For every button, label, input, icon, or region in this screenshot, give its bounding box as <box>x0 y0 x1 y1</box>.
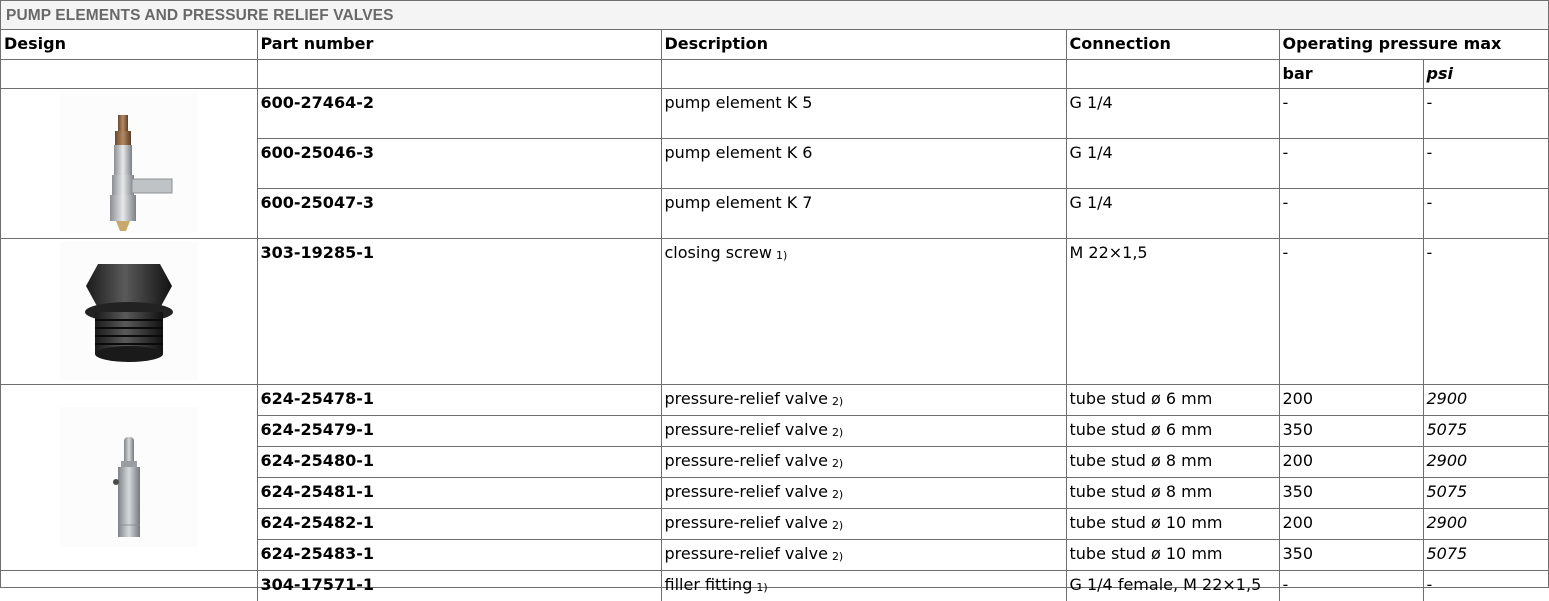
footnote-ref: 2) <box>831 549 844 563</box>
table-row: 304-17571-1 filler fitting 1) G 1/4 femal… <box>1 569 1548 601</box>
header-design: Design <box>1 30 258 60</box>
part-number-cell: 600-27464-2 <box>256 87 662 139</box>
bar-cell: - <box>1278 569 1424 601</box>
part-number-cell: 624-25481-1 <box>257 476 662 509</box>
description-cell: filler fitting 1) <box>660 569 1067 601</box>
psi-cell: - <box>1422 237 1548 385</box>
connection-cell: tube stud ø 8 mm <box>1065 476 1280 509</box>
footnote-ref: 2) <box>831 487 844 501</box>
psi-cell: - <box>1422 187 1548 239</box>
description-cell: pump element K 7 <box>660 187 1067 239</box>
footnote-ref: 2) <box>831 394 844 408</box>
psi-cell: 5075 <box>1422 414 1548 447</box>
connection-cell: G 1/4 female, M 22×1,5 <box>1065 569 1280 601</box>
product-table-sheet: PUMP ELEMENTS AND PRESSURE RELIEF VALVES… <box>0 0 1549 601</box>
part-number-cell: 624-25482-1 <box>257 507 662 540</box>
footnote-ref: 2) <box>831 456 844 470</box>
bar-cell: 350 <box>1278 414 1424 447</box>
psi-cell: - <box>1422 569 1548 601</box>
bar-cell: - <box>1278 187 1424 239</box>
description-cell: pressure-relief valve 2) <box>660 383 1067 416</box>
closing-screw-photo <box>59 242 198 380</box>
pump-element-photo <box>59 93 198 233</box>
description-cell: pump element K 5 <box>660 87 1067 139</box>
part-number-cell: 624-25480-1 <box>257 445 662 478</box>
description-cell: closing screw 1) <box>660 237 1067 385</box>
design-cell-pump-element <box>1 87 258 239</box>
connection-cell: tube stud ø 10 mm <box>1065 538 1280 571</box>
psi-cell: - <box>1422 87 1548 139</box>
section-title-bar: PUMP ELEMENTS AND PRESSURE RELIEF VALVES <box>1 1 1548 30</box>
part-number-cell: 624-25478-1 <box>256 383 662 416</box>
bar-cell: - <box>1278 87 1424 139</box>
psi-cell: 2900 <box>1422 445 1548 478</box>
header-psi: psi <box>1422 58 1548 89</box>
description-cell: pressure-relief valve 2) <box>660 445 1067 478</box>
part-number-cell: 600-25046-3 <box>257 137 662 189</box>
psi-cell: 2900 <box>1422 507 1548 540</box>
connection-cell: tube stud ø 6 mm <box>1065 383 1280 416</box>
bar-cell: 200 <box>1278 445 1424 478</box>
section-title: PUMP ELEMENTS AND PRESSURE RELIEF VALVES <box>6 7 394 24</box>
part-number-cell: 304-17571-1 <box>256 569 662 601</box>
header-description: Description <box>660 30 1067 60</box>
footnote-ref: 1) <box>775 248 788 262</box>
part-number-cell: 600-25047-3 <box>257 187 662 239</box>
header-bar: bar <box>1278 58 1424 89</box>
connection-cell: M 22×1,5 <box>1065 237 1280 385</box>
part-number-cell: 624-25483-1 <box>257 538 662 571</box>
pressure-relief-valve-photo <box>59 407 198 547</box>
description-cell: pressure-relief valve 2) <box>660 414 1067 447</box>
description-cell: pump element K 6 <box>660 137 1067 189</box>
connection-cell: G 1/4 <box>1065 187 1280 239</box>
part-number-cell: 624-25479-1 <box>257 414 662 447</box>
connection-cell: G 1/4 <box>1065 87 1280 139</box>
part-number-cell: 303-19285-1 <box>256 237 662 385</box>
description-cell: pressure-relief valve 2) <box>660 476 1067 509</box>
footnote-ref: 1) <box>756 580 768 594</box>
design-cell-empty <box>1 569 258 601</box>
connection-cell: G 1/4 <box>1065 137 1280 189</box>
design-cell-relief-valve <box>1 383 258 571</box>
design-cell-closing-screw <box>1 237 258 385</box>
bar-cell: 350 <box>1278 538 1424 571</box>
bar-cell: 350 <box>1278 476 1424 509</box>
subheader-row: bar psi <box>1 58 1548 89</box>
table-row: 303-19285-1 closing screw 1) M 22×1,5 - - <box>1 237 1548 385</box>
bar-cell: - <box>1278 137 1424 189</box>
header-part-number: Part number <box>256 30 662 60</box>
table-row: 600-27464-2 pump element K 5 G 1/4 - - <box>1 87 1548 239</box>
connection-cell: tube stud ø 10 mm <box>1065 507 1280 540</box>
psi-cell: 2900 <box>1422 383 1548 416</box>
description-cell: pressure-relief valve 2) <box>660 507 1067 540</box>
bar-cell: 200 <box>1278 383 1424 416</box>
connection-cell: tube stud ø 6 mm <box>1065 414 1280 447</box>
psi-cell: 5075 <box>1422 538 1548 571</box>
psi-cell: 5075 <box>1422 476 1548 509</box>
bar-cell: 200 <box>1278 507 1424 540</box>
description-cell: pressure-relief valve 2) <box>660 538 1067 571</box>
header-row: Design Part number Description Connectio… <box>1 30 1548 60</box>
bar-cell: - <box>1278 237 1424 385</box>
header-connection: Connection <box>1065 30 1280 60</box>
psi-cell: - <box>1422 137 1548 189</box>
parts-table: Design Part number Description Connectio… <box>1 30 1548 601</box>
header-operating-pressure: Operating pressure max <box>1278 30 1548 60</box>
footnote-ref: 2) <box>831 425 844 439</box>
table-row: 624-25478-1 pressure-relief valve 2) tube… <box>1 383 1548 571</box>
footnote-ref: 2) <box>831 518 844 532</box>
connection-cell: tube stud ø 8 mm <box>1065 445 1280 478</box>
